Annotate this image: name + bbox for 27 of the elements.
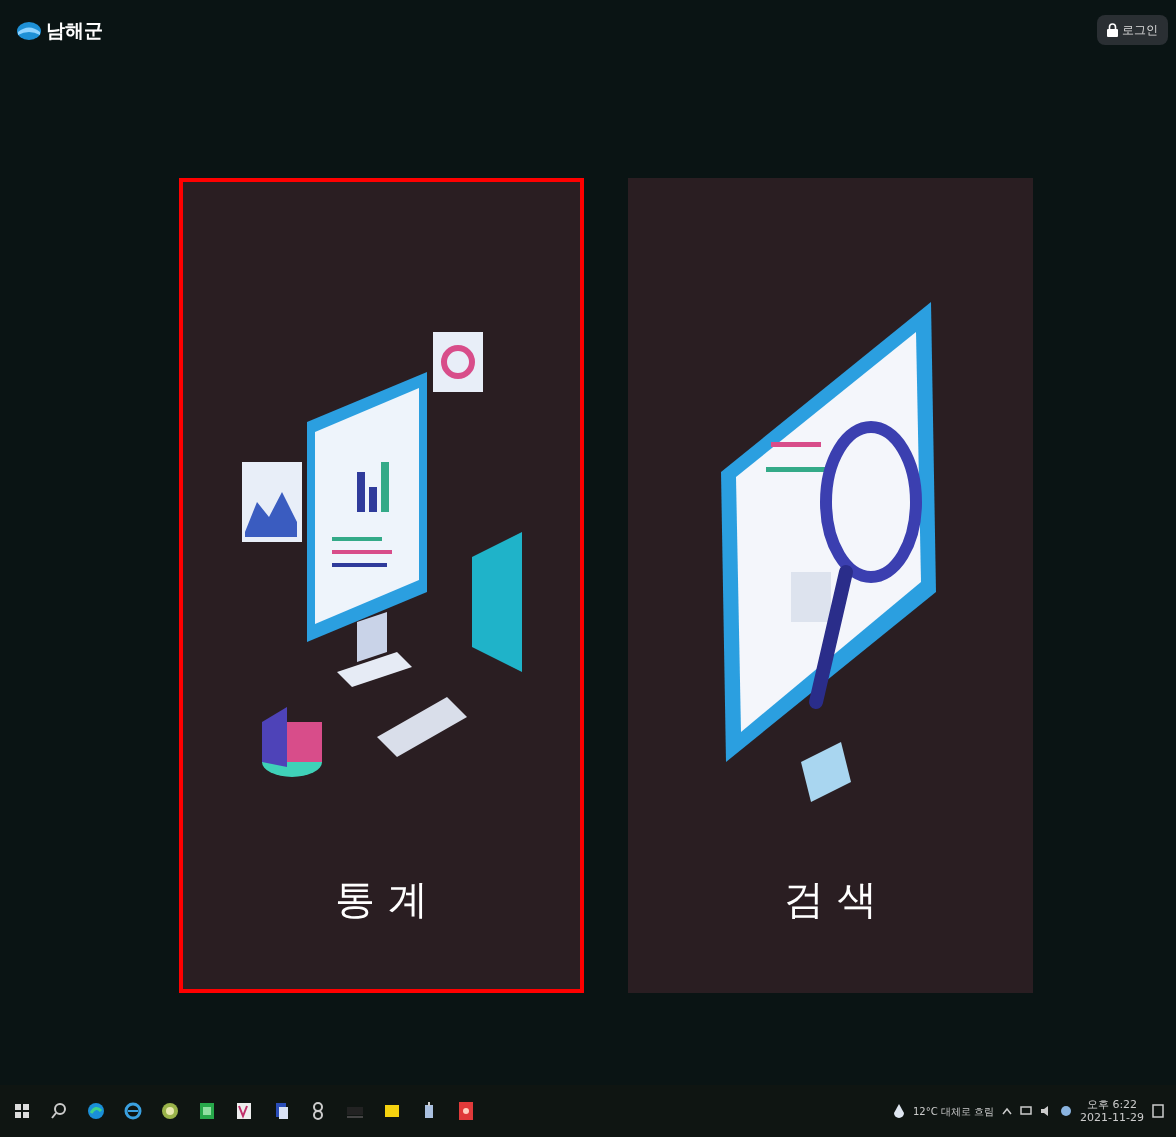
weather-icon <box>893 1104 905 1118</box>
text-lines-icon <box>331 537 392 567</box>
menu-card[interactable]: 통 계 <box>179 178 584 993</box>
donut-chart-icon <box>432 332 483 392</box>
menu-card[interactable]: 검 색 <box>628 178 1033 993</box>
logo-icon <box>16 19 42 41</box>
spreadsheet-icon[interactable] <box>197 1101 217 1121</box>
area-chart-icon <box>241 462 302 542</box>
app-icon[interactable] <box>234 1101 254 1121</box>
app-tray-icon[interactable] <box>1060 1105 1073 1117</box>
clock[interactable]: 오후 6:22 2021-11-29 <box>1080 1097 1144 1125</box>
lock-icon <box>1107 23 1118 37</box>
logo-text[interactable]: 남해군 <box>46 15 103 45</box>
notification-icon[interactable] <box>1152 1104 1164 1118</box>
login-button[interactable]: 로그인 <box>1097 15 1168 45</box>
browser-icon[interactable] <box>86 1101 106 1121</box>
card-label: 통 계 <box>335 875 428 924</box>
media-icon[interactable] <box>456 1101 476 1121</box>
browser-icon[interactable] <box>123 1101 143 1121</box>
windows-icon[interactable] <box>12 1101 32 1121</box>
bar-chart-icon <box>356 462 389 512</box>
card-label: 검 색 <box>784 875 877 924</box>
chevron-up-icon[interactable] <box>1002 1107 1013 1115</box>
search-icon[interactable] <box>49 1101 69 1121</box>
pie-chart-icon <box>261 707 322 777</box>
weather-text[interactable]: 12°C 대체로 흐림 <box>913 1103 995 1119</box>
app-icon[interactable] <box>160 1101 180 1121</box>
